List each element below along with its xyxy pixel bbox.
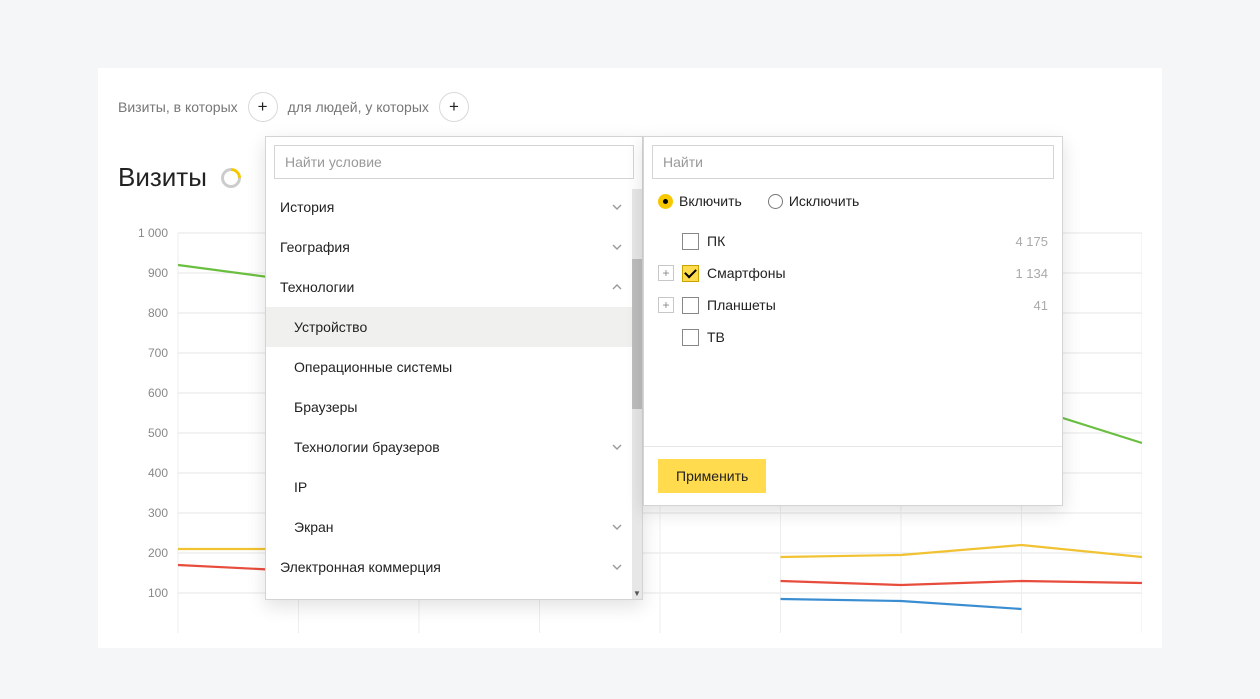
y-axis-tick: 400 bbox=[148, 466, 168, 480]
condition-item-label: История bbox=[280, 199, 334, 215]
condition-item-label: Устройство bbox=[294, 319, 367, 335]
filter-people-label: для людей, у которых bbox=[288, 99, 429, 115]
option-row: ТВ bbox=[658, 321, 1048, 353]
apply-button[interactable]: Применить bbox=[658, 459, 766, 493]
option-label: Смартфоны bbox=[707, 265, 1007, 281]
chevron-down-icon bbox=[612, 201, 624, 213]
condition-item[interactable]: Устройство bbox=[266, 307, 642, 347]
condition-item-label: Технологии bbox=[280, 279, 354, 295]
condition-item[interactable]: Технологии bbox=[266, 267, 642, 307]
checkbox[interactable] bbox=[682, 233, 699, 250]
expand-icon[interactable]: + bbox=[658, 297, 674, 313]
chevron-down-icon bbox=[612, 241, 624, 253]
option-row: + Планшеты 41 bbox=[658, 289, 1048, 321]
condition-item[interactable]: Технологии браузеров bbox=[266, 427, 642, 467]
condition-search-input[interactable] bbox=[274, 145, 634, 179]
option-row: ПК 4 175 bbox=[658, 225, 1048, 257]
y-axis-tick: 900 bbox=[148, 266, 168, 280]
options-search-input[interactable] bbox=[652, 145, 1054, 179]
add-visit-filter-button[interactable]: + bbox=[248, 92, 278, 122]
option-count: 41 bbox=[1034, 298, 1048, 313]
filter-visits-label: Визиты, в которых bbox=[118, 99, 238, 115]
include-label: Включить bbox=[679, 193, 742, 209]
y-axis-tick: 500 bbox=[148, 426, 168, 440]
chevron-up-icon bbox=[612, 281, 624, 293]
checkbox[interactable] bbox=[682, 297, 699, 314]
y-axis-tick: 100 bbox=[148, 586, 168, 600]
checkbox[interactable] bbox=[682, 329, 699, 346]
option-label: ТВ bbox=[707, 329, 1040, 345]
condition-item-label: География bbox=[280, 239, 350, 255]
y-axis-tick: 1 000 bbox=[138, 226, 168, 240]
y-axis-tick: 600 bbox=[148, 386, 168, 400]
chevron-down-icon bbox=[612, 521, 624, 533]
option-label: ПК bbox=[707, 233, 1007, 249]
add-people-filter-button[interactable]: + bbox=[439, 92, 469, 122]
option-count: 1 134 bbox=[1015, 266, 1048, 281]
condition-item-label: Технологии браузеров bbox=[294, 439, 440, 455]
option-label: Планшеты bbox=[707, 297, 1026, 313]
checkbox[interactable] bbox=[682, 265, 699, 282]
exclude-label: Исключить bbox=[789, 193, 860, 209]
page-title: Визиты bbox=[118, 162, 207, 193]
condition-item[interactable]: Браузеры bbox=[266, 387, 642, 427]
condition-item-label: Электронная коммерция bbox=[280, 559, 441, 575]
options-dropdown: Включить Исключить ПК 4 175 + Смартфоны 1 13… bbox=[643, 136, 1063, 506]
chevron-down-icon bbox=[612, 561, 624, 573]
condition-dropdown: История География Технологии Устройство Опер… bbox=[265, 136, 643, 600]
condition-item[interactable]: Контент bbox=[266, 587, 642, 599]
condition-item[interactable]: Электронная коммерция bbox=[266, 547, 642, 587]
y-axis-tick: 700 bbox=[148, 346, 168, 360]
chevron-down-icon bbox=[612, 441, 624, 453]
condition-item[interactable]: География bbox=[266, 227, 642, 267]
scroll-down-icon[interactable]: ▼ bbox=[632, 587, 642, 599]
reload-icon[interactable] bbox=[217, 163, 245, 191]
y-axis-tick: 200 bbox=[148, 546, 168, 560]
condition-item-label: Экран bbox=[294, 519, 334, 535]
condition-item[interactable]: История bbox=[266, 187, 642, 227]
condition-item[interactable]: Операционные системы bbox=[266, 347, 642, 387]
condition-item[interactable]: Экран bbox=[266, 507, 642, 547]
y-axis-tick: 300 bbox=[148, 506, 168, 520]
option-count: 4 175 bbox=[1015, 234, 1048, 249]
scrollbar-thumb[interactable] bbox=[632, 259, 642, 409]
condition-item-label: IP bbox=[294, 479, 307, 495]
include-radio[interactable]: Включить bbox=[658, 193, 742, 209]
exclude-radio[interactable]: Исключить bbox=[768, 193, 860, 209]
condition-item[interactable]: IP bbox=[266, 467, 642, 507]
condition-item-label: Браузеры bbox=[294, 399, 358, 415]
expand-icon[interactable]: + bbox=[658, 265, 674, 281]
condition-item-label: Операционные системы bbox=[294, 359, 452, 375]
y-axis-tick: 800 bbox=[148, 306, 168, 320]
option-row: + Смартфоны 1 134 bbox=[658, 257, 1048, 289]
